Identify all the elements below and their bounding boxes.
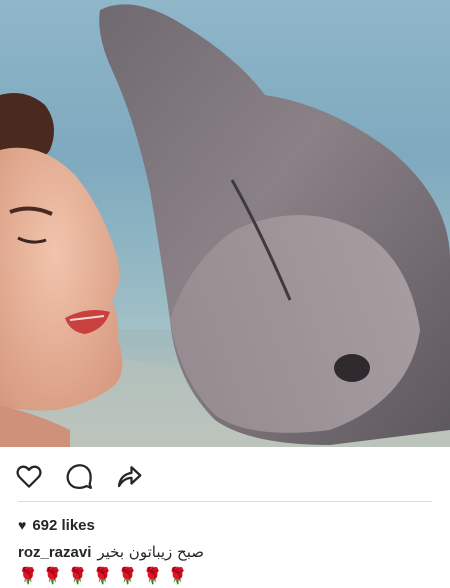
caption: roz_razavi صبح زیباتون بخیر	[18, 541, 204, 563]
post-photo[interactable]	[0, 0, 450, 447]
photo-illustration	[0, 4, 450, 447]
rose-emoji: 🌹	[92, 566, 113, 585]
likes-count-row[interactable]: ♥ 692 likes	[18, 514, 95, 536]
share-arrow-icon	[117, 466, 142, 488]
comment-bubble-icon	[66, 464, 92, 489]
rose-emoji: 🌹	[67, 566, 88, 585]
heart-outline-icon	[16, 465, 42, 488]
post-actions	[0, 455, 450, 495]
rose-emoji: 🌹	[42, 566, 63, 585]
caption-text: صبح زیباتون بخیر	[97, 543, 204, 561]
comment-button[interactable]	[62, 459, 96, 493]
username-link[interactable]: roz_razavi	[18, 544, 91, 561]
rose-emoji: 🌹	[167, 566, 188, 585]
like-button[interactable]	[12, 459, 46, 493]
rose-emoji: 🌹	[18, 566, 38, 585]
likes-count[interactable]: 692 likes	[32, 517, 95, 534]
divider	[18, 501, 432, 502]
filled-heart-icon: ♥	[18, 517, 27, 533]
rose-emoji: 🌹	[117, 566, 138, 585]
rose-emoji: 🌹	[142, 566, 163, 585]
share-button[interactable]	[112, 459, 146, 493]
caption-emojis: 🌹 🌹 🌹 🌹 🌹 🌹 🌹	[18, 566, 187, 586]
